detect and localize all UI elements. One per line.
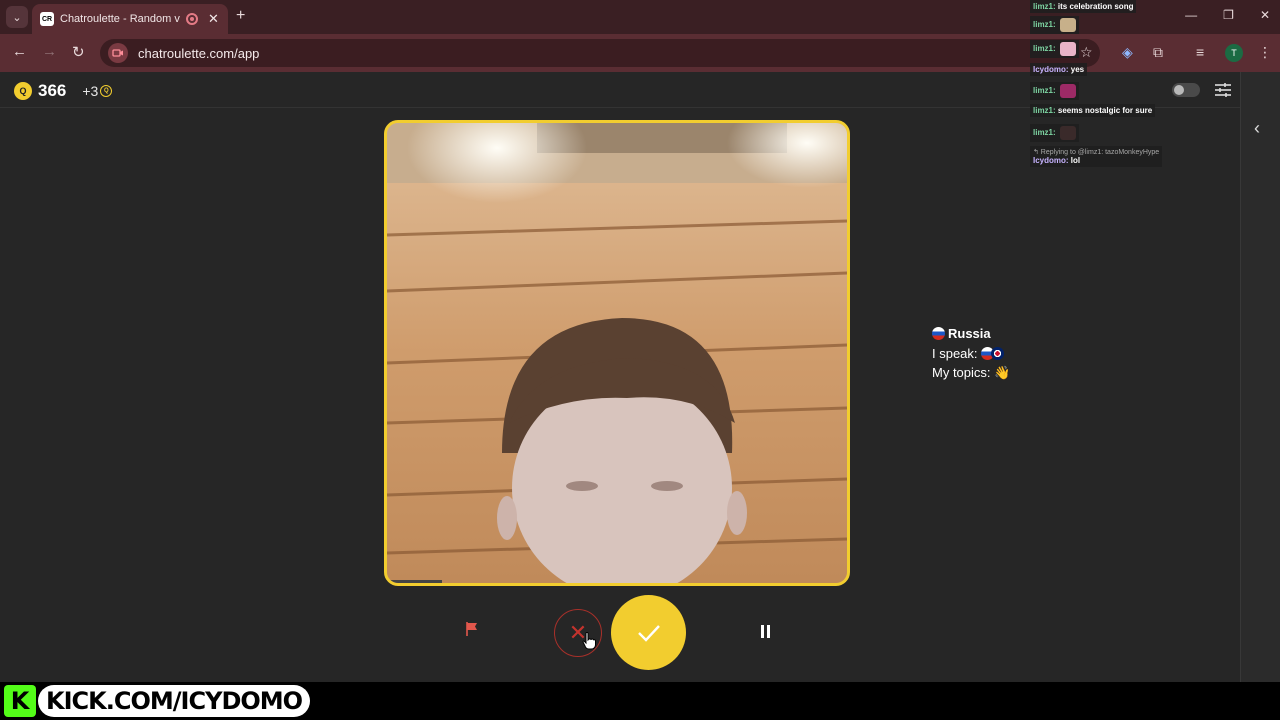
russia-flag-icon [932, 327, 945, 340]
tab-title: Chatroulette - Random vide [60, 13, 180, 25]
partner-languages: I speak: [932, 344, 1010, 364]
reload-button[interactable]: ↻ [72, 43, 85, 61]
partner-video [384, 120, 850, 586]
chat-username[interactable]: Icydomo: [1033, 156, 1069, 165]
chat-username[interactable]: limz1: [1033, 2, 1056, 11]
media-controls-icon[interactable]: ≡ [1196, 44, 1204, 60]
checkmark-icon [637, 624, 660, 642]
partner-country: Russia [932, 324, 1010, 344]
browser-tab[interactable]: CR Chatroulette - Random vide ✕ [32, 4, 228, 34]
chat-text: yes [1068, 65, 1085, 74]
stream-overlay-bar: K KICK.COM/ICYDOMO [0, 682, 1280, 720]
chat-message: limz1: [1030, 40, 1079, 58]
country-name: Russia [948, 326, 991, 341]
restore-button[interactable]: ❐ [1223, 8, 1234, 22]
chatroulette-favicon-icon: CR [40, 12, 54, 26]
expand-panel-chevron-icon[interactable]: ‹ [1254, 118, 1260, 139]
chat-emote-icon [1059, 84, 1076, 98]
small-coin-icon: Q [100, 85, 113, 97]
screen: ⌄ CR Chatroulette - Random vide ✕ + — ❐ … [0, 0, 1280, 720]
coin-amount: 366 [38, 81, 67, 100]
back-button[interactable]: ← [12, 43, 27, 60]
chat-text: its celebration song [1055, 2, 1134, 11]
chat-username[interactable]: limz1: [1033, 86, 1056, 95]
chat-username[interactable]: limz1: [1033, 106, 1056, 115]
report-flag-icon[interactable] [464, 621, 480, 637]
chat-username[interactable]: limz1: [1033, 20, 1056, 29]
browser-toolbar: ← → ↻ chatroulette.com/app ☆ ◈ ⧉ ≡ T ⋮ [0, 34, 1280, 72]
chat-text: lol [1068, 156, 1081, 165]
connection-progress [387, 580, 443, 583]
chat-message: ↰ Replying to @limz1: tazoMonkeyHype Icyd… [1030, 146, 1163, 167]
chat-message: limz1: its celebration song [1030, 0, 1137, 13]
forward-button[interactable]: → [42, 43, 57, 60]
kick-logo-icon: K [4, 685, 36, 717]
hand-cursor-icon [582, 632, 596, 650]
filters-icon[interactable] [1214, 82, 1232, 98]
coin-bonus-value: +3 [82, 83, 99, 99]
site-camera-icon[interactable] [108, 43, 128, 63]
partner-info: Russia I speak: My topics: 👋 [932, 324, 1010, 383]
coin-icon: Q [14, 82, 32, 100]
topics-label: My topics: [932, 365, 991, 380]
chat-reply-context: ↰ Replying to @limz1: tazoMonkeyHype [1033, 149, 1160, 156]
chat-message: limz1: seems nostalgic for sure [1030, 104, 1156, 117]
chat-message: limz1: [1030, 16, 1079, 34]
coin-balance[interactable]: Q 366 +3 Q [14, 81, 113, 101]
bookmark-star-icon[interactable]: ☆ [1080, 44, 1093, 61]
chat-message: limz1: [1030, 82, 1079, 100]
extensions-icon[interactable]: ⧉ [1153, 44, 1163, 61]
chat-emote-icon [1059, 18, 1076, 32]
chat-username[interactable]: limz1: [1033, 44, 1056, 53]
partner-video-image [387, 123, 847, 583]
profile-avatar[interactable]: T [1225, 44, 1243, 62]
window-controls: — ❐ ✕ [1185, 8, 1270, 22]
chat-message: Icydomo: yes [1030, 63, 1088, 76]
uk-flag-icon [991, 346, 1005, 360]
chat-username[interactable]: limz1: [1033, 128, 1056, 137]
call-controls: ✕ [0, 595, 1240, 671]
pause-button[interactable] [761, 625, 770, 638]
address-bar[interactable]: chatroulette.com/app [100, 39, 1100, 67]
recording-icon [186, 13, 198, 25]
chat-emote-icon [1059, 126, 1076, 140]
mode-toggle[interactable] [1172, 83, 1200, 97]
close-window-button[interactable]: ✕ [1260, 8, 1270, 22]
chat-text: seems nostalgic for sure [1055, 106, 1153, 115]
minimize-button[interactable]: — [1185, 8, 1197, 22]
browser-menu-icon[interactable]: ⋮ [1258, 44, 1272, 61]
partner-topics: My topics: 👋 [932, 363, 1010, 383]
side-panel: ‹ [1240, 72, 1280, 682]
chat-emote-icon [1059, 42, 1076, 56]
speak-label: I speak: [932, 345, 978, 361]
shield-extension-icon[interactable]: ◈ [1122, 44, 1133, 61]
new-tab-button[interactable]: + [236, 7, 245, 25]
wave-emoji-icon: 👋 [994, 365, 1011, 380]
kick-channel-text: KICK.COM/ICYDOMO [38, 685, 311, 717]
chat-username[interactable]: Icydomo: [1033, 65, 1069, 74]
coin-bonus: +3 Q [82, 83, 113, 99]
tab-search-button[interactable]: ⌄ [6, 6, 28, 28]
url-text: chatroulette.com/app [138, 45, 260, 61]
close-tab-icon[interactable]: ✕ [208, 11, 219, 27]
chat-message: limz1: [1030, 124, 1079, 142]
next-accept-button[interactable] [611, 595, 686, 670]
